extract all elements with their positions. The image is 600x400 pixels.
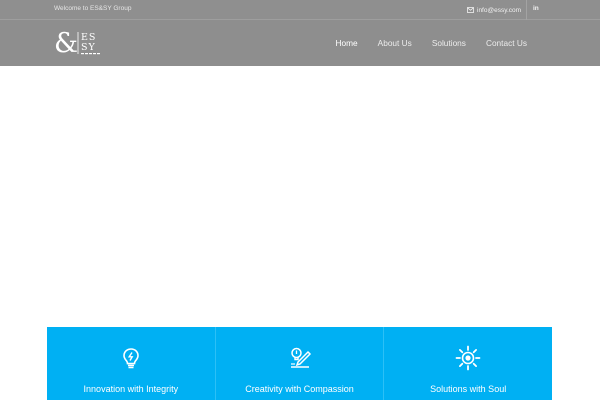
feature-solutions: Solutions with Soul (384, 327, 552, 400)
envelope-icon (467, 7, 474, 13)
nav-solutions[interactable]: Solutions (432, 38, 466, 48)
feature-title: Innovation with Integrity (83, 384, 179, 394)
logo-mark: & ES SY (54, 28, 100, 59)
email-link[interactable]: info@essy.com (467, 4, 521, 16)
welcome-text: Welcome to ES&SY Group (54, 5, 132, 12)
nav-home[interactable]: Home (336, 38, 358, 48)
site-logo[interactable]: & ES SY (54, 28, 104, 59)
linkedin-icon[interactable]: in (533, 5, 539, 12)
main-nav: Home About Us Solutions Contact Us (316, 38, 527, 48)
sun-icon (455, 345, 481, 371)
features-strip: Innovation with Integrity Creativity wit… (47, 327, 552, 400)
top-bar: Welcome to ES&SY Group info@essy.com in (0, 0, 600, 20)
topbar-divider (526, 0, 527, 20)
nav-contact-us[interactable]: Contact Us (486, 38, 527, 48)
feature-innovation: Innovation with Integrity (47, 327, 216, 400)
email-text: info@essy.com (477, 6, 522, 14)
svg-text:SY: SY (81, 42, 96, 53)
lightbulb-icon (123, 348, 139, 369)
feature-title: Solutions with Soul (430, 384, 507, 394)
hero-area (0, 66, 600, 327)
nav-about-us[interactable]: About Us (378, 38, 412, 48)
pencil-idea-icon (290, 347, 311, 368)
feature-title: Creativity with Compassion (245, 384, 354, 394)
site-header: & ES SY Home About Us Solutions Contact … (0, 20, 600, 66)
svg-text:&: & (54, 29, 78, 57)
feature-creativity: Creativity with Compassion (216, 327, 385, 400)
